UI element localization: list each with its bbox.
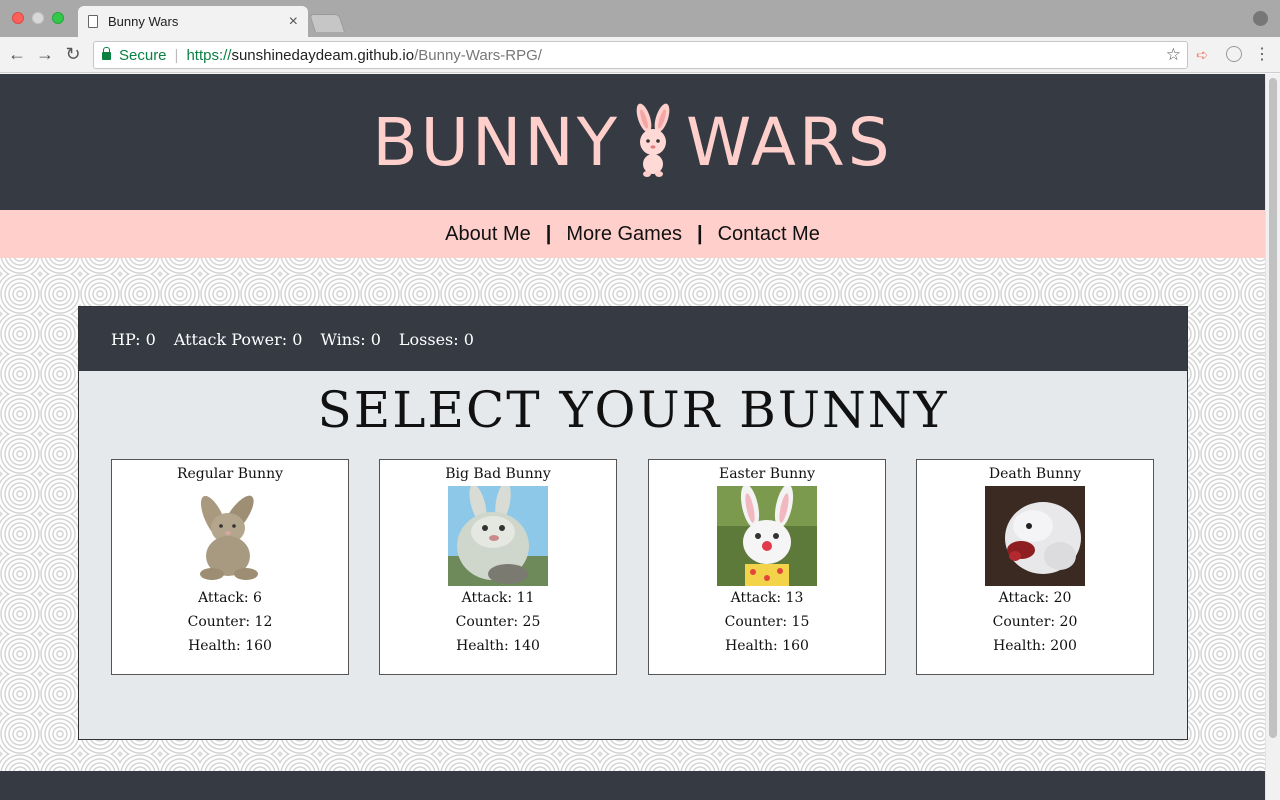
extension-icon[interactable]: ➪ [1196,46,1214,64]
bunny-attack: Attack: 13 [730,590,804,606]
menu-dots-icon[interactable]: ⋮ [1254,44,1270,64]
url-scheme: https:// [186,46,232,64]
bunny-attack: Attack: 6 [198,590,262,606]
address-bar[interactable]: Secure | https:// sunshinedaydeam.github… [93,41,1188,69]
new-tab-button[interactable] [309,14,345,32]
browser-toolbar: ← → ↻ Secure | https:// sunshinedaydeam.… [0,37,1280,73]
bunny-name: Easter Bunny [718,466,816,482]
page-scrollbar[interactable] [1265,74,1280,800]
browser-tabstrip: Bunny Wars × [0,0,1280,37]
bunny-attack: Attack: 20 [998,590,1072,606]
nav-divider: | [696,222,703,245]
bunny-card-death[interactable]: Death Bunny Attack: 20 Counter: 20 Healt… [916,459,1154,675]
bunny-card-big-bad[interactable]: Big Bad Bunny Attack: 11 Counter: 25 Hea… [379,459,617,675]
reload-icon[interactable]: ↻ [62,43,84,65]
bunny-card-list: Regular Bunny Attack: 6 Counter: 12 Heal… [111,459,1155,675]
back-arrow-icon[interactable]: ← [6,43,28,65]
url-host: sunshinedaydeam.github.io [231,46,415,64]
bunny-name: Big Bad Bunny [445,466,551,482]
bunny-health: Health: 200 [993,638,1077,654]
browser-tab[interactable]: Bunny Wars × [78,6,308,37]
nav-divider: | [545,222,552,245]
easter-bunny-image [717,486,817,586]
bunny-icon [630,102,676,178]
bunny-counter: Counter: 20 [992,614,1078,630]
tab-title: Bunny Wars [108,14,179,29]
bunny-name: Death Bunny [988,466,1082,482]
window-close-button[interactable] [12,12,24,24]
bunny-attack: Attack: 11 [461,590,535,606]
bookmark-star-icon[interactable]: ☆ [1166,45,1181,65]
bunny-card-easter[interactable]: Easter Bunny Attack: 13 Counter: 15 Heal… [648,459,886,675]
stat-wins: Wins: 0 [320,329,381,349]
site-logo: BUNNY WARS [372,104,892,181]
bunny-name: Regular Bunny [176,466,284,482]
death-bunny-image [985,486,1085,586]
window-maximize-button[interactable] [52,12,64,24]
site-header: BUNNY WARS [0,74,1265,210]
stat-attack-power: Attack Power: 0 [173,329,303,349]
site-nav: About Me | More Games | Contact Me [0,210,1265,258]
profile-icon[interactable] [1253,11,1268,26]
bunny-card-regular[interactable]: Regular Bunny Attack: 6 Counter: 12 Heal… [111,459,349,675]
forward-arrow-icon[interactable]: → [34,43,56,65]
site-footer [0,771,1265,800]
logo-text-left: BUNNY [372,103,621,181]
bunny-health: Health: 160 [725,638,809,654]
secure-label: Secure [119,46,167,64]
nav-link-contact-me[interactable]: Contact Me [718,223,820,246]
extension-circle-icon[interactable] [1226,46,1242,62]
url-path: /Bunny-Wars-RPG/ [414,46,542,64]
stat-hp: HP: 0 [111,329,156,349]
nav-link-about-me[interactable]: About Me [445,223,531,246]
scrollbar-thumb[interactable] [1269,78,1277,738]
select-bunny-title: SELECT YOUR BUNNY [317,381,949,439]
bunny-counter: Counter: 25 [455,614,541,630]
lock-icon [102,47,111,60]
bunny-health: Health: 160 [188,638,272,654]
stat-losses: Losses: 0 [398,329,474,349]
player-stats-bar: HP: 0 Attack Power: 0 Wins: 0 Losses: 0 [79,307,1187,371]
document-icon [88,15,98,28]
bunny-counter: Counter: 15 [724,614,810,630]
bunny-health: Health: 140 [456,638,540,654]
window-minimize-button[interactable] [32,12,44,24]
tab-close-icon[interactable]: × [289,13,298,30]
url-separator: | [174,46,179,64]
logo-text-right: WARS [686,103,893,181]
bunny-counter: Counter: 12 [187,614,273,630]
game-panel: HP: 0 Attack Power: 0 Wins: 0 Losses: 0 … [78,306,1188,740]
plush-bunny-image [180,486,280,586]
nav-link-more-games[interactable]: More Games [566,223,682,246]
page-viewport: BUNNY WARS About Me | More Games | Conta… [0,74,1280,800]
big-bunny-image [448,486,548,586]
